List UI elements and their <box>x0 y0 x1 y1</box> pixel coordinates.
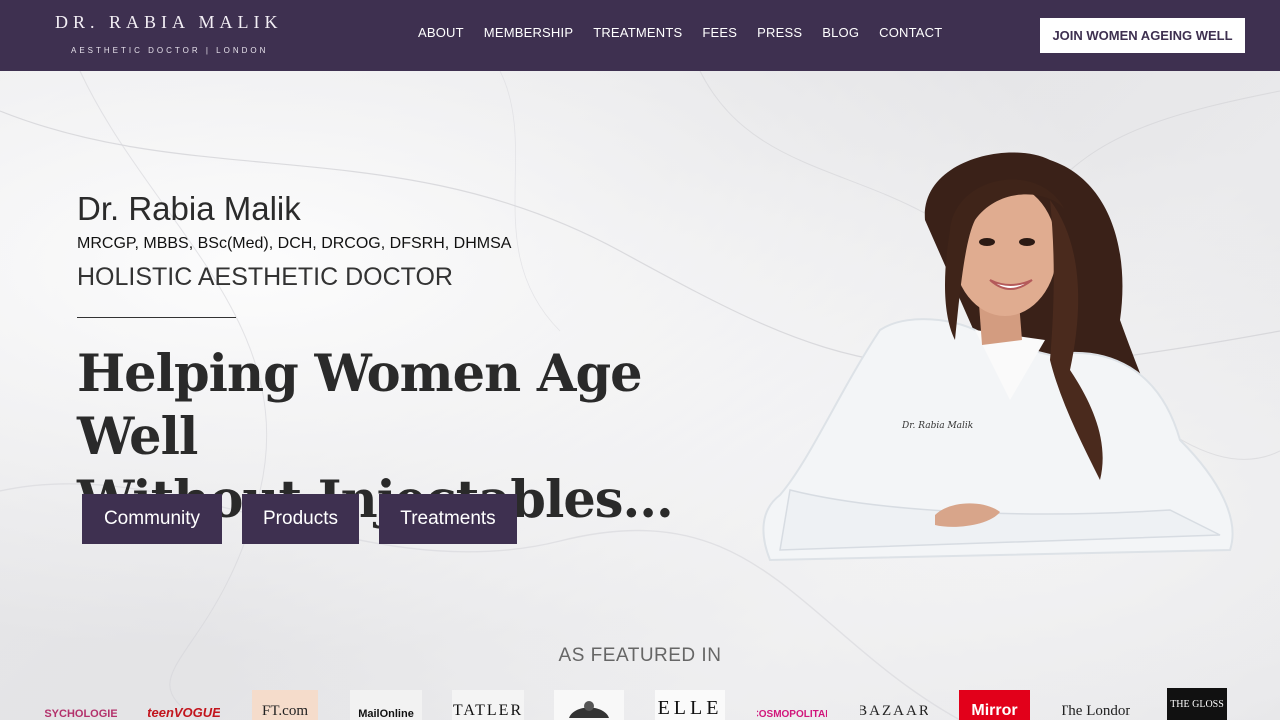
ft-com-logo[interactable]: FT.com <box>252 690 318 720</box>
treatments-button[interactable]: Treatments <box>379 494 517 544</box>
doctor-name: Dr. Rabia Malik <box>77 190 301 227</box>
community-button[interactable]: Community <box>82 494 222 544</box>
role-title: HOLISTIC AESTHETIC DOCTOR <box>77 263 453 291</box>
headline-line-1: Helping Women Age Well <box>77 344 643 467</box>
nav-contact[interactable]: CONTACT <box>879 25 942 40</box>
mail-online-logo[interactable]: MailOnline <box>350 690 422 720</box>
bazaar-logo[interactable]: BAZAAR <box>860 690 928 720</box>
featured-heading: AS FEATURED IN <box>558 645 722 666</box>
nav-press[interactable]: PRESS <box>757 25 802 40</box>
main-nav: ABOUT MEMBERSHIP TREATMENTS FEES PRESS B… <box>418 25 942 40</box>
nav-fees[interactable]: FEES <box>702 25 737 40</box>
site-header: DR. RABIA MALIK AESTHETIC DOCTOR | LONDO… <box>0 0 1280 71</box>
nav-about[interactable]: ABOUT <box>418 25 464 40</box>
qualifications: MRCGP, MBBS, BSc(Med), DCH, DRCOG, DFSRH… <box>77 235 512 252</box>
nav-membership[interactable]: MEMBERSHIP <box>484 25 573 40</box>
coat-embroidery: Dr. Rabia Malik <box>901 421 973 431</box>
nav-blog[interactable]: BLOG <box>822 25 859 40</box>
products-button[interactable]: Products <box>242 494 359 544</box>
tatler-logo[interactable]: TATLER <box>452 690 524 720</box>
crest-icon <box>569 701 609 718</box>
cosmopolitan-logo[interactable]: COSMOPOLITAN <box>757 690 827 720</box>
the-london-logo[interactable]: The London <box>1062 690 1130 720</box>
logo-title[interactable]: DR. RABIA MALIK <box>55 12 278 33</box>
logo-subtitle: AESTHETIC DOCTOR | LONDON <box>71 46 269 55</box>
the-gloss-logo[interactable]: THE GLOSS <box>1167 688 1227 720</box>
doctor-portrait: Dr. Rabia Malik <box>762 152 1234 562</box>
crest-logo[interactable] <box>554 690 624 720</box>
psychologies-logo[interactable]: PSYCHOLOGIES <box>45 690 117 720</box>
divider-line <box>77 317 236 318</box>
nav-treatments[interactable]: TREATMENTS <box>593 25 682 40</box>
teen-vogue-logo[interactable]: teenVOGUE <box>148 690 220 720</box>
elle-logo[interactable]: ELLE <box>655 690 725 720</box>
press-logos-strip: PSYCHOLOGIES teenVOGUE FT.com MailOnline… <box>0 688 1280 720</box>
join-women-ageing-well-button[interactable]: JOIN WOMEN AGEING WELL <box>1040 18 1245 53</box>
mirror-logo[interactable]: Mirror <box>959 690 1030 720</box>
